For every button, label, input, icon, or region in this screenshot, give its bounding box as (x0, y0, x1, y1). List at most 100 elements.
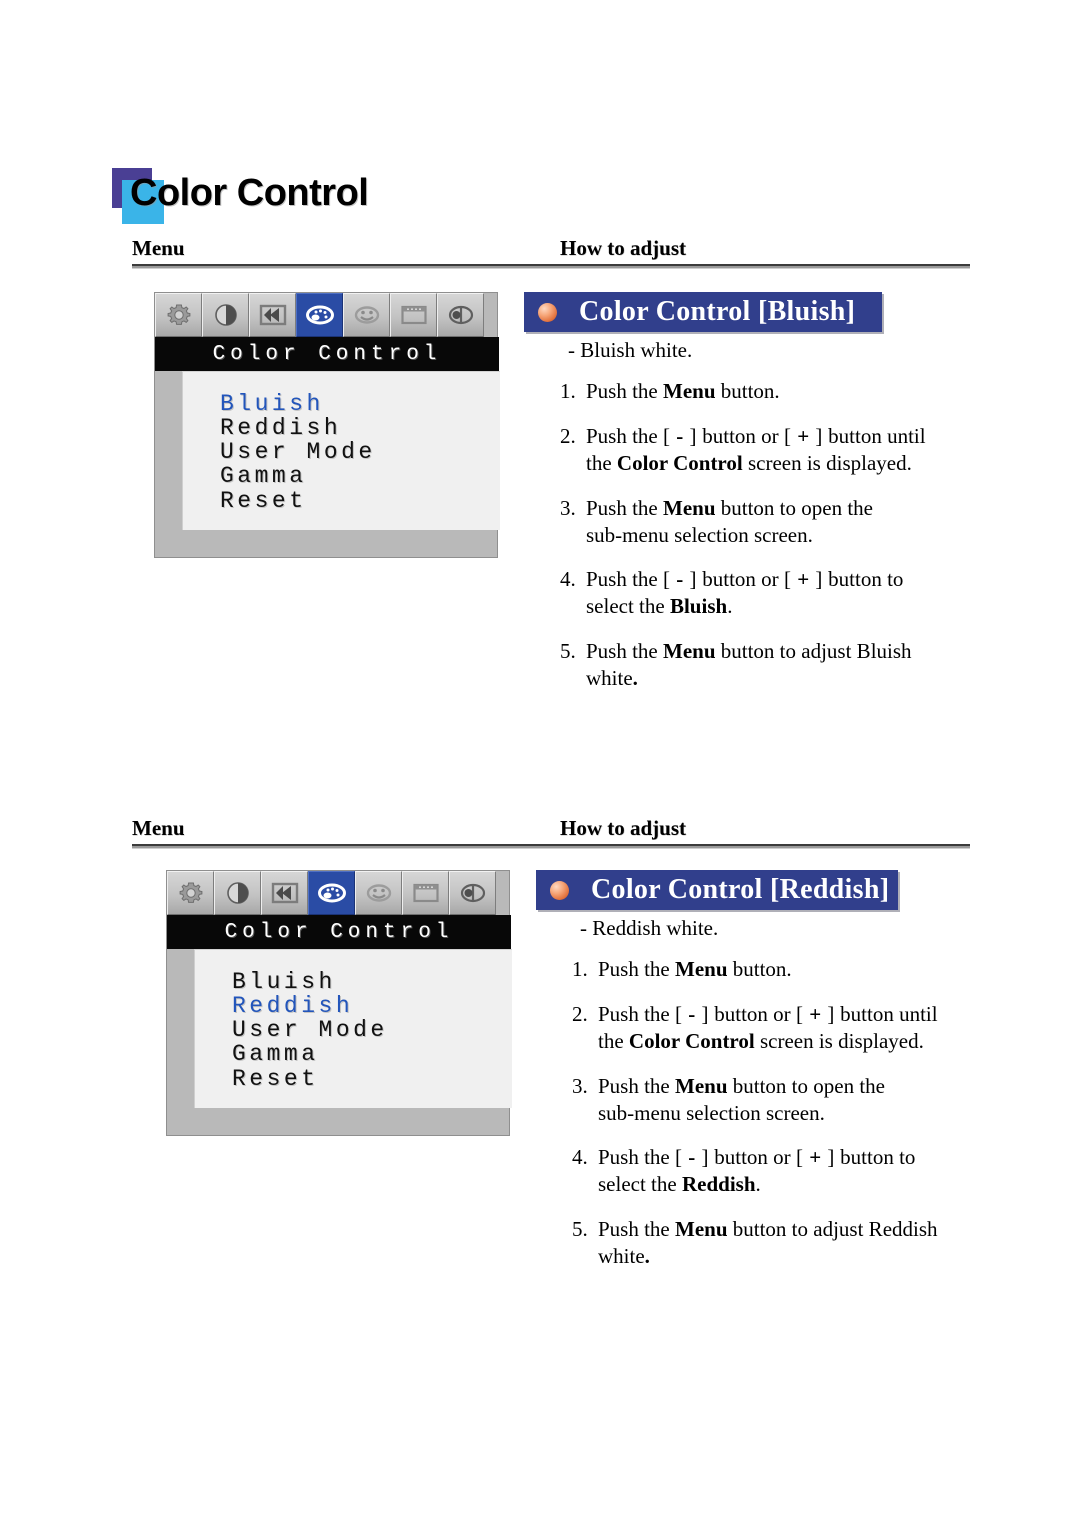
step-line: Push the Menu button to open the (586, 495, 980, 522)
step-line: select the Reddish. (598, 1171, 992, 1198)
step-text: select the (598, 1172, 682, 1197)
contrast-icon[interactable] (202, 293, 249, 337)
step-text: white (586, 666, 633, 690)
step-number: 5. (572, 1217, 588, 1242)
instruction-step: 3. Push the Menu button to open the sub-me… (572, 1073, 992, 1127)
osd-screenshot-bluish: Color Control Bluish Reddish User Mode G… (154, 292, 500, 558)
step-text: Push the (586, 379, 664, 403)
osd-title: Color Control (155, 337, 499, 371)
osd-item-user-mode[interactable]: User Mode (220, 440, 500, 464)
section-header-label-2: Color Control [Reddish] (591, 874, 890, 905)
osd-item-bluish[interactable]: Bluish (232, 970, 512, 994)
adjust-column-header: How to adjust (560, 236, 687, 260)
contrast-icon[interactable] (214, 871, 261, 915)
menu-column-header-2: Menu (132, 816, 185, 840)
step-line: select the Bluish. (586, 593, 980, 620)
emphasis-text: Menu (663, 379, 716, 403)
button-key-label: [ + ] (783, 423, 823, 448)
step-number: 1. (572, 957, 588, 981)
emphasis-text: Menu (675, 1217, 728, 1242)
step-text: Push the (598, 1145, 676, 1170)
osd-item-reset[interactable]: Reset (220, 488, 500, 512)
instruction-step: 2. Push the [ - ] button or [ + ] button … (560, 423, 980, 477)
osd-menu-list[interactable]: Bluish Reddish User Mode Gamma Reset (182, 371, 500, 530)
adjust-column-header-2: How to adjust (560, 816, 687, 840)
step-line: Push the Menu button. (586, 378, 980, 405)
step-number: 3. (572, 1073, 588, 1098)
step-number: 5. (560, 639, 576, 664)
palette-icon[interactable] (296, 293, 343, 337)
steps-list-reddish: 1. Push the Menu button. 2. Push the [ - ] … (572, 956, 992, 1288)
bullet-sphere-icon (550, 880, 569, 900)
screen-icon[interactable] (402, 871, 449, 915)
step-number: 4. (572, 1145, 588, 1170)
osd-face-icon[interactable] (343, 293, 390, 337)
step-line: Push the Menu button to adjust Reddish (598, 1216, 992, 1243)
step-text: Push the (598, 1073, 676, 1098)
gear-icon[interactable] (167, 871, 214, 915)
step-line: Push the [ - ] button or [ + ] button to (586, 566, 980, 593)
instruction-step: 4. Push the [ - ] button or [ + ] button … (572, 1144, 992, 1198)
step-line: Push the [ - ] button or [ + ] button un… (598, 1001, 992, 1028)
osd-item-gamma[interactable]: Gamma (220, 464, 500, 488)
step-line: the Color Control screen is displayed. (598, 1028, 992, 1055)
position-icon[interactable] (249, 293, 296, 337)
osd-face-icon[interactable] (355, 871, 402, 915)
step-number: 1. (560, 379, 576, 403)
step-text: button. (727, 957, 792, 981)
step-text: button to (822, 567, 904, 592)
step-line: Push the Menu button. (598, 956, 992, 983)
step-text: Push the (598, 1001, 676, 1026)
osd-title-2: Color Control (167, 915, 511, 949)
button-key-label: [ - ] (675, 1145, 710, 1170)
step-text: button or (697, 423, 784, 448)
position-icon[interactable] (261, 871, 308, 915)
osd-icon-bar[interactable] (155, 293, 484, 337)
step-line: Push the Menu button to open the (598, 1073, 992, 1100)
step-number: 2. (572, 1001, 588, 1026)
osd-item-reddish[interactable]: Reddish (232, 994, 512, 1018)
page-title-label: Color Control (130, 172, 369, 214)
osd-item-gamma[interactable]: Gamma (232, 1042, 512, 1066)
osd-menu-list-2[interactable]: Bluish Reddish User Mode Gamma Reset (194, 949, 512, 1108)
steps-list-bluish: 1. Push the Menu button. 2. Push the [ - ] … (560, 378, 980, 710)
instruction-step: 2. Push the [ - ] button or [ + ] button … (572, 1001, 992, 1055)
step-text: Push the (586, 567, 664, 592)
step-text: Push the (586, 495, 664, 520)
step-text: the (598, 1028, 629, 1053)
step-text: select the (586, 594, 670, 619)
button-key-label: [ + ] (795, 1001, 835, 1026)
section-header-label: Color Control [Bluish] (579, 296, 856, 327)
step-text: button to adjust Bluish (715, 639, 912, 664)
step-text: Push the (598, 957, 676, 981)
gear-icon[interactable] (155, 293, 202, 337)
menu-column-header: Menu (132, 236, 185, 260)
emphasis-text: Menu (675, 957, 728, 981)
osd-item-reddish[interactable]: Reddish (220, 416, 500, 440)
section-divider-1 (132, 264, 970, 269)
osd-screenshot-reddish: Color Control Bluish Reddish User Mode G… (166, 870, 512, 1136)
step-text: button to (834, 1145, 916, 1170)
step-number: 2. (560, 423, 576, 448)
instruction-step: 3. Push the Menu button to open the sub-me… (560, 495, 980, 549)
step-text: button until (834, 1001, 938, 1026)
emphasis-text: . (644, 1244, 650, 1268)
step-text: button. (715, 379, 780, 403)
sharpness-icon[interactable] (437, 293, 484, 337)
osd-item-reset[interactable]: Reset (232, 1066, 512, 1090)
step-text: . (755, 1172, 761, 1197)
step-line: the Color Control screen is displayed. (586, 450, 980, 477)
screen-icon[interactable] (390, 293, 437, 337)
osd-item-user-mode[interactable]: User Mode (232, 1018, 512, 1042)
step-text: button until (822, 423, 926, 448)
osd-item-bluish[interactable]: Bluish (220, 392, 500, 416)
button-key-label: [ - ] (675, 1001, 710, 1026)
sharpness-icon[interactable] (449, 871, 496, 915)
palette-icon[interactable] (308, 871, 355, 915)
step-text: Push the (586, 423, 664, 448)
emphasis-text: Menu (675, 1073, 728, 1098)
step-text: button to open the (715, 495, 873, 520)
step-text: white (598, 1244, 645, 1268)
osd-icon-bar-2[interactable] (167, 871, 496, 915)
button-key-label: [ + ] (783, 567, 823, 592)
